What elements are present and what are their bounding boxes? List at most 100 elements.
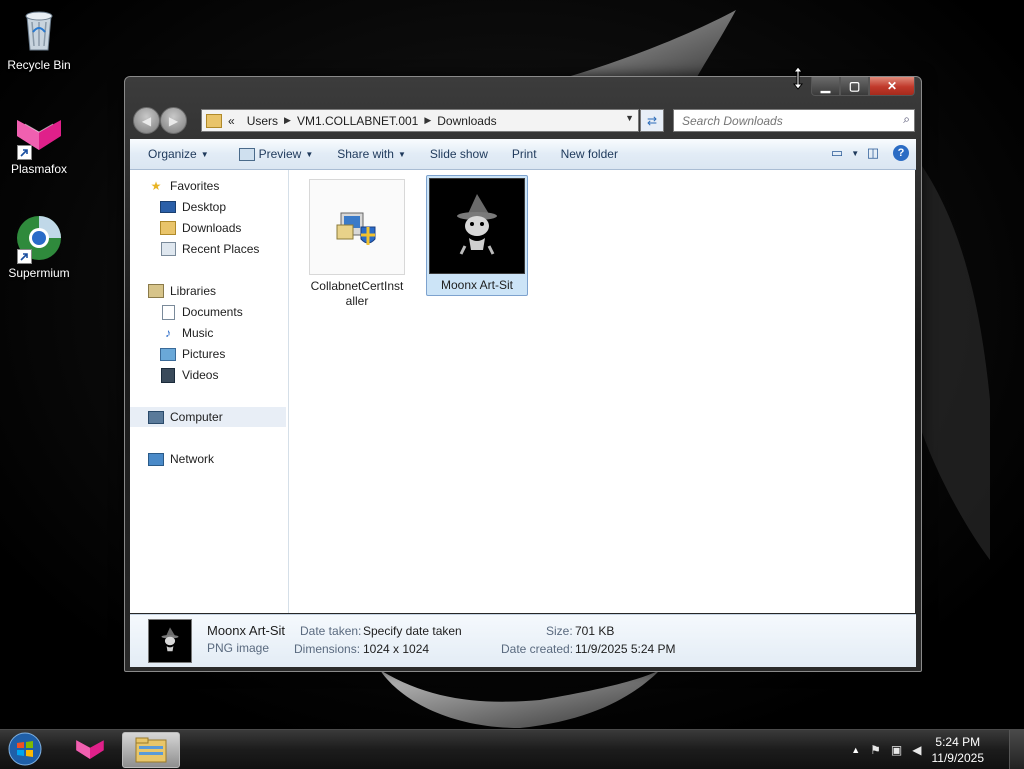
breadcrumb-separator-icon[interactable]: ▶ bbox=[424, 115, 431, 126]
windows-orb-icon bbox=[8, 732, 42, 766]
chevron-down-icon: ▼ bbox=[851, 148, 860, 158]
resize-cursor-icon bbox=[792, 66, 804, 90]
shortcut-arrow-icon bbox=[17, 145, 32, 160]
date-taken-value[interactable]: Specify date taken bbox=[363, 624, 462, 638]
nav-network[interactable]: Network bbox=[148, 449, 214, 469]
windows-explorer-icon bbox=[135, 737, 167, 763]
close-button[interactable]: ✕ bbox=[869, 77, 915, 96]
pictures-icon bbox=[160, 346, 176, 362]
help-button[interactable]: ? bbox=[892, 144, 910, 162]
clock[interactable]: 5:24 PM 11/9/2025 bbox=[932, 734, 985, 766]
clock-date: 11/9/2025 bbox=[931, 750, 985, 765]
minimize-icon: ▁ bbox=[820, 79, 831, 93]
file-list: CollabnetCertInst aller Moonx Art-Sit bbox=[289, 170, 915, 613]
file-item-moonx-art-sit[interactable]: Moonx Art-Sit bbox=[426, 175, 528, 296]
supermium-icon bbox=[15, 214, 63, 264]
chevron-down-icon: ▼ bbox=[200, 149, 209, 159]
breadcrumb-user-folder[interactable]: VM1.COLLABNET.001 bbox=[297, 114, 418, 128]
nav-downloads[interactable]: Downloads bbox=[160, 218, 241, 238]
nav-network-label: Network bbox=[170, 452, 215, 466]
search-icon[interactable]: ⌕ bbox=[903, 112, 910, 127]
nav-libraries[interactable]: Libraries bbox=[148, 281, 216, 301]
image-thumbnail bbox=[429, 178, 525, 274]
share-with-menu[interactable]: Share with ▼ bbox=[328, 147, 415, 161]
nav-videos[interactable]: Videos bbox=[160, 365, 218, 385]
breadcrumb-overflow[interactable]: « bbox=[228, 114, 235, 128]
nav-music[interactable]: ♪ Music bbox=[160, 323, 213, 343]
start-button[interactable] bbox=[5, 731, 45, 767]
nav-music-label: Music bbox=[182, 326, 214, 340]
action-center-icon[interactable]: ⚑ bbox=[870, 743, 881, 757]
nav-computer[interactable]: Computer bbox=[130, 407, 286, 427]
details-thumbnail bbox=[148, 619, 192, 663]
organize-label: Organize bbox=[148, 147, 197, 161]
desktop-icon-recycle-bin[interactable]: Recycle Bin bbox=[1, 6, 77, 72]
nav-pictures-label: Pictures bbox=[182, 347, 226, 361]
videos-icon bbox=[160, 367, 176, 383]
forward-button[interactable]: ▶ bbox=[160, 107, 187, 134]
preview-menu[interactable]: Preview ▼ bbox=[230, 147, 323, 161]
show-desktop-button[interactable] bbox=[1009, 730, 1024, 769]
search-box[interactable]: ⌕ bbox=[673, 109, 915, 132]
file-name: Moonx Art-Sit bbox=[440, 278, 514, 292]
network-status-icon[interactable]: ▣ bbox=[891, 743, 902, 757]
date-taken-label: Date taken: bbox=[300, 624, 362, 638]
refresh-icon: ⇄ bbox=[646, 113, 658, 128]
desktop-icon-label: Recycle Bin bbox=[7, 58, 71, 72]
caption-buttons: ▁ ▢ ✕ bbox=[811, 77, 915, 96]
volume-muted-icon[interactable]: ◀ bbox=[912, 743, 921, 757]
nav-favorites[interactable]: ★ Favorites bbox=[148, 176, 220, 196]
print-button[interactable]: Print bbox=[503, 147, 546, 161]
dimensions-value: 1024 x 1024 bbox=[363, 642, 430, 656]
nav-recent-places[interactable]: Recent Places bbox=[160, 239, 259, 259]
command-bar: Organize ▼ Preview ▼ Share with ▼ Slide … bbox=[130, 139, 916, 170]
view-icon: ▭ bbox=[830, 145, 844, 160]
taskbar-windows-explorer[interactable] bbox=[122, 732, 180, 768]
forward-arrow-icon: ▶ bbox=[168, 113, 179, 128]
date-created-value: 11/9/2025 5:24 PM bbox=[575, 642, 676, 656]
new-folder-button[interactable]: New folder bbox=[552, 147, 627, 161]
change-view-button[interactable]: ▭ ▼ bbox=[831, 144, 859, 162]
chevron-down-icon: ▼ bbox=[397, 149, 406, 159]
nav-recent-places-label: Recent Places bbox=[182, 242, 260, 256]
taskbar: ▲ ⚑ ▣ ◀ 5:24 PM 11/9/2025 bbox=[0, 729, 1024, 769]
desktop-icon-supermium[interactable]: Supermium bbox=[1, 214, 77, 280]
toolbar-view-controls: ▭ ▼ ◫ ? bbox=[831, 144, 910, 162]
back-button[interactable]: ◀ bbox=[133, 107, 160, 134]
nav-pictures[interactable]: Pictures bbox=[160, 344, 225, 364]
dimensions-label: Dimensions: bbox=[294, 642, 361, 656]
nav-documents[interactable]: Documents bbox=[160, 302, 243, 322]
show-hidden-icons-icon[interactable]: ▲ bbox=[851, 745, 860, 755]
breadcrumb-separator-icon[interactable]: ▶ bbox=[284, 115, 291, 126]
address-bar[interactable]: « Users ▶ VM1.COLLABNET.001 ▶ Downloads … bbox=[201, 109, 639, 132]
file-name: CollabnetCertInst aller bbox=[310, 279, 404, 308]
navigation-bar: ◀ ▶ « Users ▶ VM1.COLLABNET.001 ▶ Downlo… bbox=[131, 107, 915, 135]
refresh-button[interactable]: ⇄ bbox=[640, 109, 664, 132]
preview-label: Preview bbox=[258, 147, 302, 161]
downloads-folder-icon bbox=[160, 220, 176, 236]
organize-menu[interactable]: Organize ▼ bbox=[130, 147, 218, 161]
maximize-button[interactable]: ▢ bbox=[840, 77, 869, 96]
plasmafox-icon bbox=[15, 110, 63, 160]
recent-places-icon bbox=[160, 241, 176, 257]
navigation-pane: ★ Favorites Desktop Downloads Recent Pla… bbox=[130, 170, 289, 613]
address-dropdown-icon[interactable]: ▼ bbox=[625, 113, 634, 123]
details-file-name: Moonx Art-Sit bbox=[207, 623, 286, 638]
folder-icon bbox=[206, 113, 222, 128]
nav-libraries-label: Libraries bbox=[170, 284, 217, 298]
details-pane: Moonx Art-Sit PNG image Date taken: Spec… bbox=[130, 614, 916, 667]
explorer-window: ▁ ▢ ✕ ◀ ▶ « Users ▶ VM1.COLLABNET.001 ▶ … bbox=[124, 76, 922, 672]
file-item-collabnet-installer[interactable]: CollabnetCertInst aller bbox=[309, 179, 405, 309]
breadcrumb-downloads[interactable]: Downloads bbox=[437, 114, 496, 128]
shortcut-arrow-icon bbox=[17, 249, 32, 264]
breadcrumb-users[interactable]: Users bbox=[247, 114, 278, 128]
nav-desktop[interactable]: Desktop bbox=[160, 197, 226, 217]
search-input[interactable] bbox=[680, 112, 884, 129]
maximize-icon: ▢ bbox=[848, 79, 861, 93]
back-arrow-icon: ◀ bbox=[141, 113, 152, 128]
preview-pane-button[interactable]: ◫ bbox=[864, 144, 882, 162]
desktop-icon-plasmafox[interactable]: Plasmafox bbox=[1, 110, 77, 176]
minimize-button[interactable]: ▁ bbox=[811, 77, 840, 96]
slide-show-button[interactable]: Slide show bbox=[421, 147, 497, 161]
taskbar-plasmafox[interactable] bbox=[62, 732, 118, 766]
